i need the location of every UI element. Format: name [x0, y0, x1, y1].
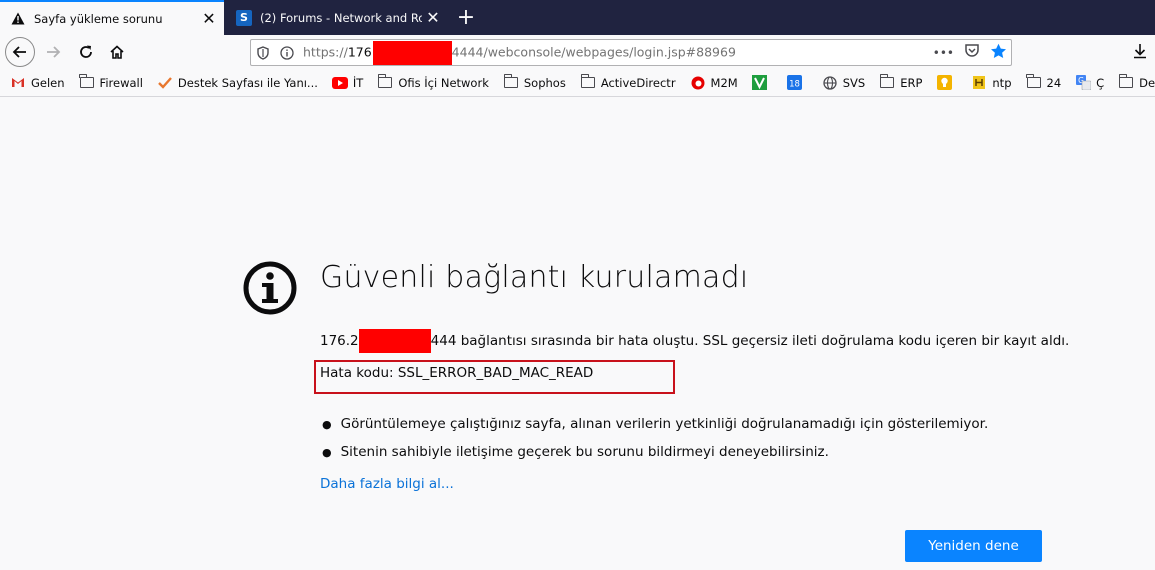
list-item: Sitenin sahibiyle iletişime geçerek bu s…	[322, 438, 988, 466]
bookmark-item[interactable]	[752, 75, 773, 90]
translate-icon: G	[1075, 75, 1091, 90]
v-icon	[752, 75, 768, 90]
check-icon	[157, 76, 173, 90]
bookmark-label: ERP	[900, 75, 923, 90]
bookmark-item[interactable]: ntp	[971, 75, 1012, 90]
bookmark-item[interactable]: SVS	[822, 76, 865, 90]
sophos-icon: S	[236, 9, 252, 26]
close-tab-icon[interactable]: ✕	[422, 8, 444, 27]
bookmark-label: SVS	[842, 75, 866, 90]
error-description: 176.2 444 bağlantısı sırasında bir hata o…	[320, 329, 1069, 353]
bookmark-item[interactable]: 18	[787, 75, 808, 90]
close-tab-icon[interactable]: ✕	[198, 9, 220, 28]
download-icon	[1134, 44, 1146, 59]
folder-icon	[580, 74, 596, 90]
bookmark-item[interactable]: GÇ	[1075, 75, 1105, 90]
error-title: Güvenli bağlantı kurulamadı	[320, 260, 749, 295]
bookmark-item[interactable]: 24	[1026, 74, 1062, 90]
reload-icon	[80, 45, 92, 58]
bookmark-label: Destek T	[1139, 75, 1155, 90]
bookmark-label: Destek Sayfası ile Yanı...	[177, 75, 318, 90]
shield-icon[interactable]	[251, 45, 275, 60]
redaction-block	[358, 329, 431, 353]
pocket-icon[interactable]	[964, 43, 980, 62]
svg-text:18: 18	[789, 80, 800, 90]
calendar-icon: 18	[787, 75, 803, 90]
youtube-icon	[331, 76, 348, 90]
error-code: Hata kodu: SSL_ERROR_BAD_MAC_READ	[320, 365, 594, 381]
folder-icon	[1026, 74, 1042, 90]
page-actions-menu[interactable]: •••	[933, 46, 954, 60]
gmail-icon	[10, 76, 26, 90]
home-icon	[110, 45, 124, 59]
nav-bar: https://176 4444/webconsole/webpages/logi…	[0, 35, 1155, 69]
retry-button[interactable]: Yeniden dene	[905, 530, 1042, 562]
url-text[interactable]: https://176 4444/webconsole/webpages/logi…	[299, 40, 736, 65]
home-button[interactable]	[103, 38, 131, 66]
ntp-icon	[971, 76, 987, 90]
bookmark-item[interactable]: Destek Sayfası ile Yanı...	[157, 76, 318, 90]
bookmark-label: 24	[1046, 75, 1062, 90]
folder-icon	[1118, 74, 1134, 90]
bookmark-label: Sophos	[523, 75, 566, 90]
info-circle-icon	[243, 261, 297, 315]
bookmark-item[interactable]: İT	[331, 75, 364, 90]
warning-icon	[10, 11, 26, 27]
bookmark-label: ntp	[992, 75, 1012, 90]
tab-title: (2) Forums - Network and Rout	[260, 10, 422, 25]
folder-icon	[79, 74, 95, 90]
bookmark-item[interactable]: Ofis İçi Network	[377, 74, 489, 90]
new-tab-button[interactable]: +	[453, 3, 479, 31]
bookmark-star-icon[interactable]	[990, 43, 1007, 63]
folder-icon	[879, 74, 895, 90]
bookmark-item[interactable]: Sophos	[503, 74, 566, 90]
tab-strip: Sayfa yükleme sorunu ✕ S (2) Forums - Ne…	[0, 0, 1155, 35]
vodafone-icon	[690, 76, 706, 90]
bookmark-label: ActiveDirectr	[600, 75, 676, 90]
folder-icon	[377, 74, 393, 90]
error-page: Güvenli bağlantı kurulamadı 176.2 444 bağ…	[0, 97, 1155, 570]
globe-icon	[822, 75, 838, 90]
folder-icon	[503, 74, 519, 90]
tab-title: Sayfa yükleme sorunu	[34, 11, 163, 26]
bookmarks-toolbar: Gelen Firewall Destek Sayfası ile Yanı... İ…	[0, 69, 1155, 97]
bookmark-item[interactable]: Destek T	[1118, 74, 1155, 90]
bookmark-label: İT	[352, 75, 364, 90]
arrow-left-icon	[12, 46, 26, 58]
url-bar[interactable]: https://176 4444/webconsole/webpages/logi…	[250, 39, 1012, 66]
bookmark-label: Gelen	[31, 75, 65, 90]
redaction-block	[372, 40, 452, 65]
bookmark-label: Ofis İçi Network	[398, 75, 489, 90]
back-button[interactable]	[5, 37, 35, 67]
tab-forums[interactable]: S (2) Forums - Network and Rout ✕	[226, 0, 448, 35]
bookmark-item[interactable]: M2M	[690, 76, 738, 90]
tab-page-load-problem[interactable]: Sayfa yükleme sorunu ✕	[0, 0, 224, 35]
bookmark-label: Ç	[1096, 75, 1105, 90]
forward-button[interactable]	[39, 38, 67, 66]
download-button[interactable]	[1132, 43, 1148, 63]
bookmark-item[interactable]: Gelen	[10, 76, 65, 90]
learn-more-link[interactable]: Daha fazla bilgi al...	[320, 476, 454, 492]
list-item: Görüntülemeye çalıştığınız sayfa, alınan…	[322, 410, 989, 438]
bookmark-label: Firewall	[99, 75, 143, 90]
bookmark-item[interactable]: ActiveDirectr	[580, 74, 676, 90]
arrow-right-icon	[47, 46, 61, 58]
bulb-icon	[936, 75, 952, 90]
info-icon[interactable]	[275, 45, 299, 60]
error-details-list: Görüntülemeye çalıştığınız sayfa, alınan…	[322, 410, 989, 466]
bookmark-label: M2M	[710, 75, 738, 90]
bookmark-item[interactable]	[936, 75, 957, 90]
bookmark-item[interactable]: Firewall	[79, 74, 143, 90]
bookmark-item[interactable]: ERP	[879, 74, 923, 90]
reload-button[interactable]	[72, 38, 100, 66]
